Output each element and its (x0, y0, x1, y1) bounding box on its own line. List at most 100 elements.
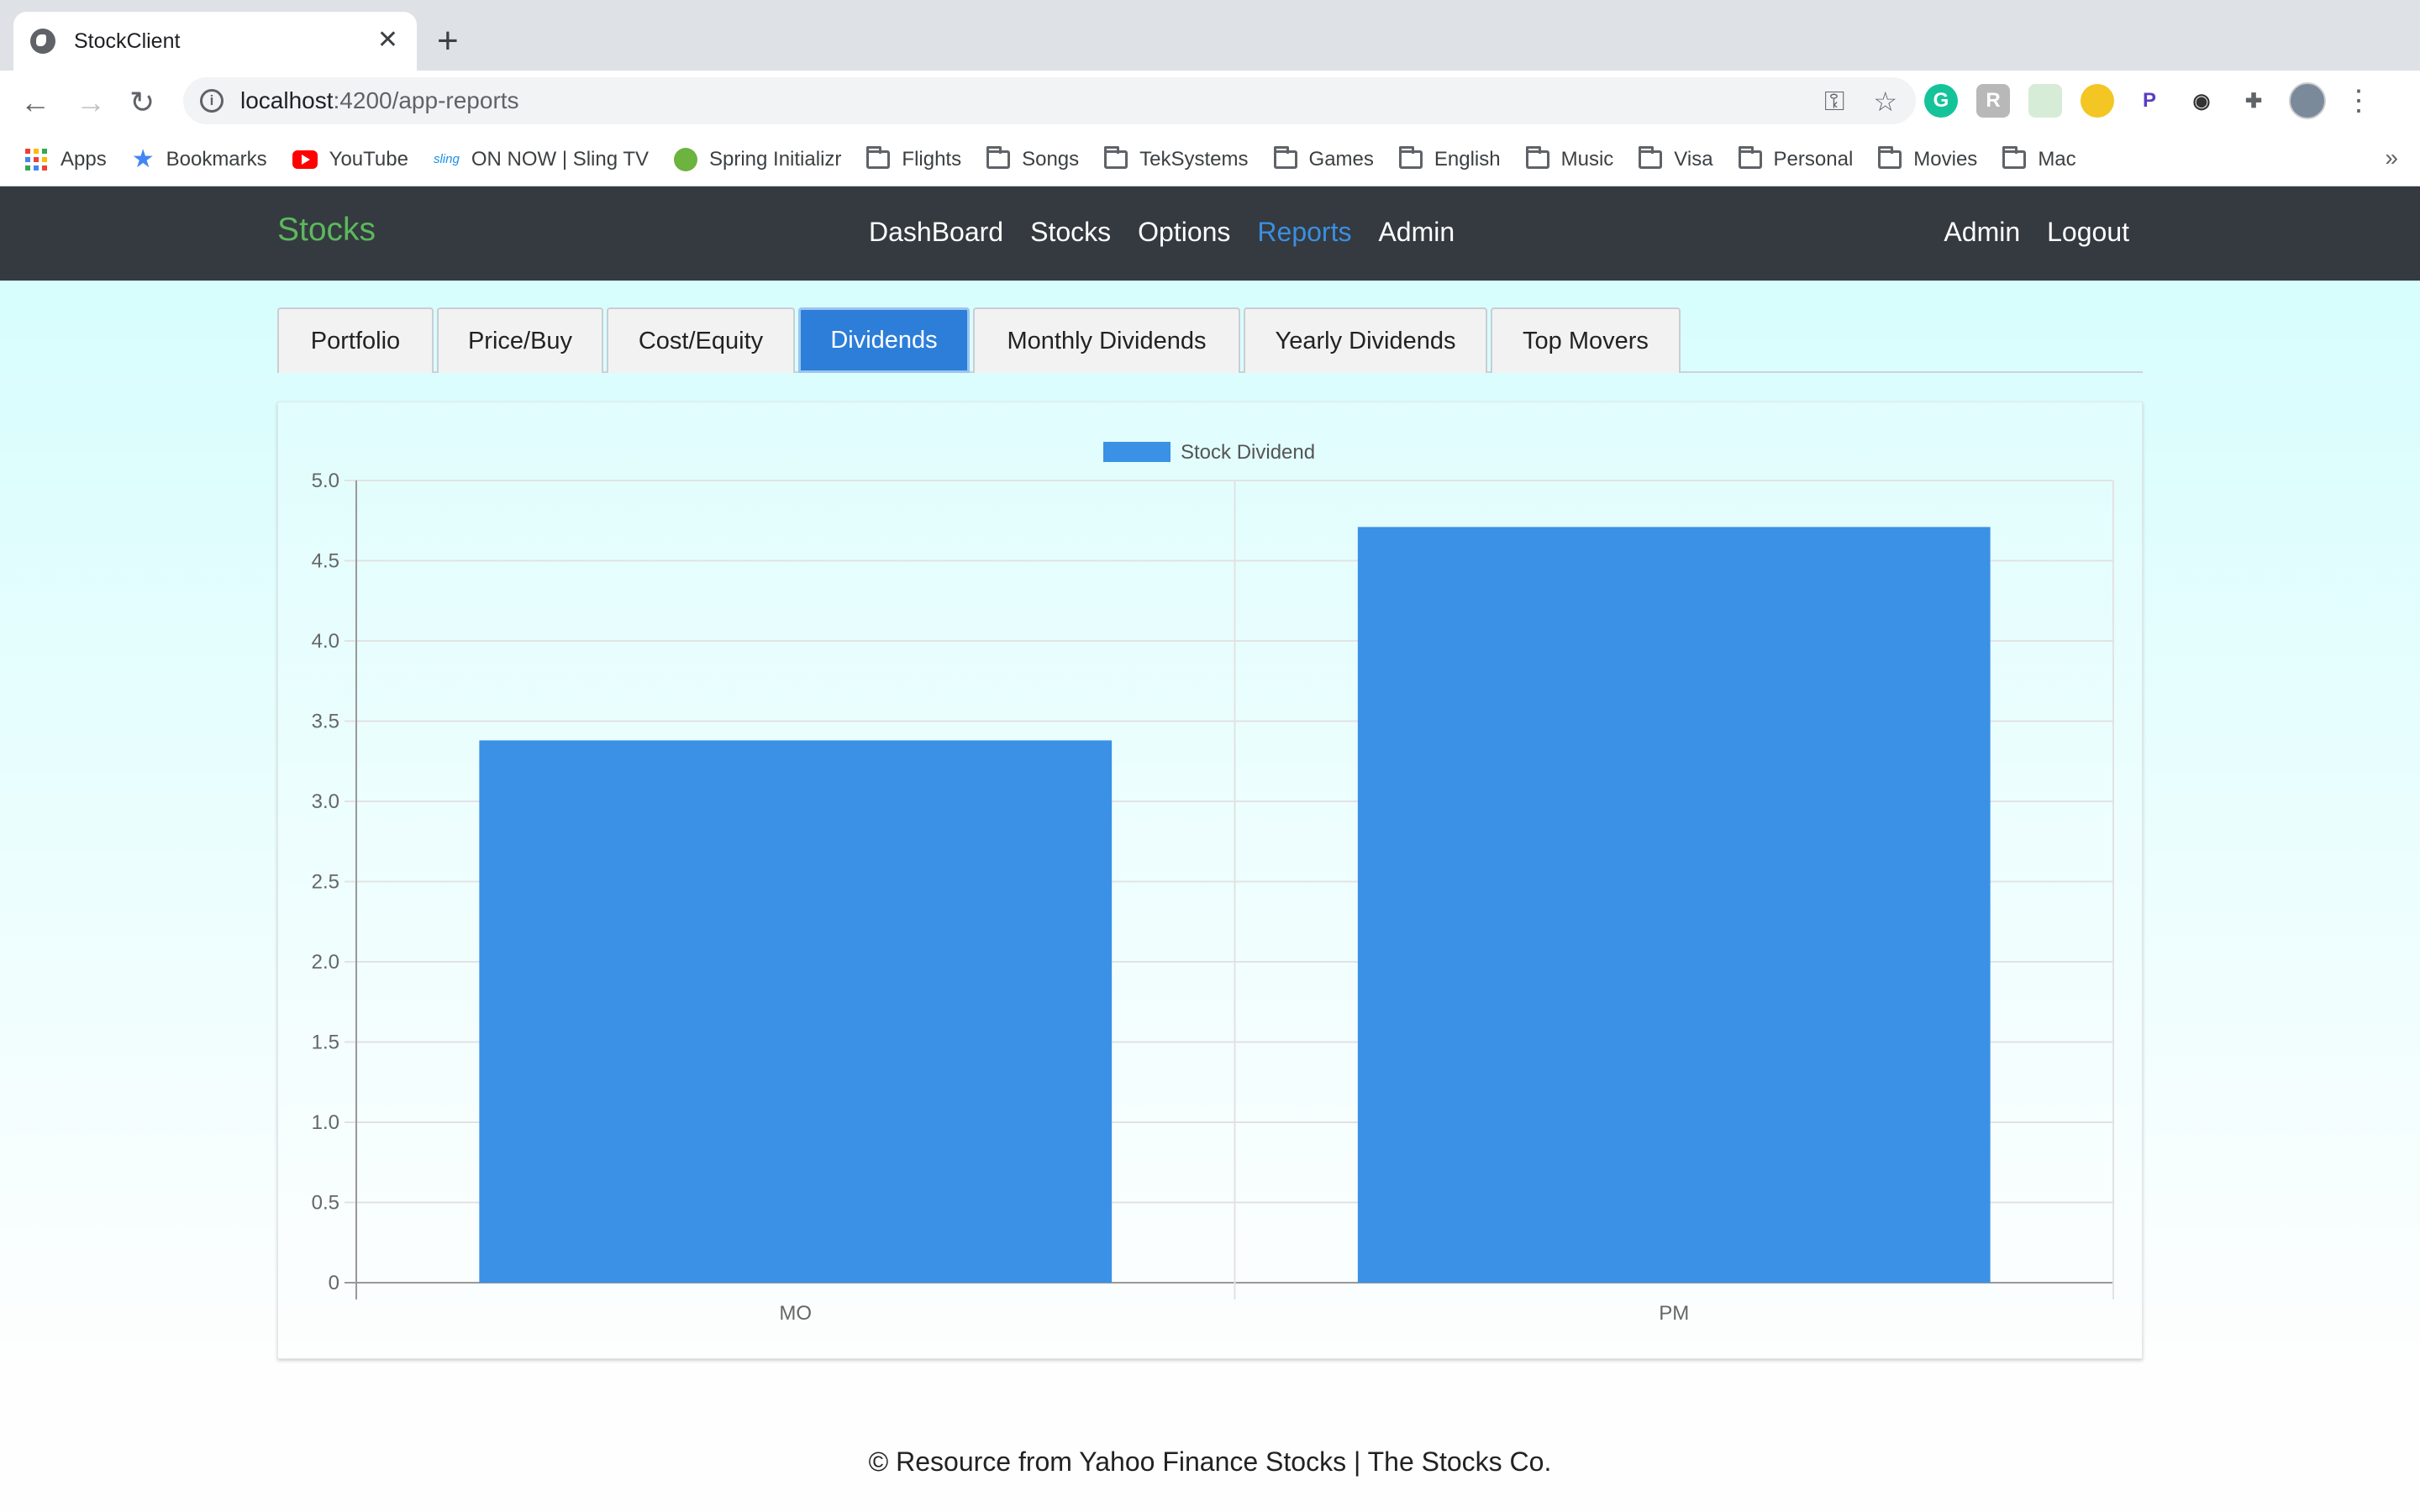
folder-icon (1273, 145, 1297, 169)
bookmarks-bar: Apps ★ Bookmarks YouTube sling ON NOW | … (0, 133, 2420, 186)
dividend-bar-chart: Stock Dividend 0 0.5 1.0 1.5 2.0 2.5 3.0 3.5 4.0 4… (312, 441, 2114, 1325)
star-bookmark-icon[interactable]: ☆ (1873, 86, 1897, 118)
bookmark-label: Games (1308, 147, 1374, 171)
bookmark-folder-english[interactable]: English (1398, 145, 1501, 171)
nav-admin[interactable]: Admin (1378, 217, 1455, 248)
address-bar[interactable]: i localhost:4200/app-reports ⚿ ☆ (183, 77, 1916, 124)
forward-icon[interactable]: → (76, 86, 106, 119)
bookmark-label: Movies (1913, 147, 1978, 171)
app-content: Stocks DashBoard Stocks Options Reports … (0, 186, 2420, 1512)
bookmark-folder-flights[interactable]: Flights (866, 145, 962, 171)
y-tick-label: 4.5 (312, 550, 339, 573)
folder-icon (1104, 145, 1128, 169)
bookmark-label: Music (1560, 147, 1614, 171)
p-extension-icon[interactable]: P (2133, 84, 2166, 118)
y-tick-label: 3.5 (312, 711, 339, 733)
top-navbar: Stocks DashBoard Stocks Options Reports … (0, 186, 2420, 281)
y-tick-label: 5.0 (312, 470, 339, 492)
bookmark-folder-visa[interactable]: Visa (1639, 145, 1713, 171)
reload-icon[interactable]: ↻ (129, 86, 155, 119)
user-admin-link[interactable]: Admin (1944, 217, 2020, 248)
bookmark-folder-movies[interactable]: Movies (1878, 145, 1978, 171)
bookmark-folder-personal[interactable]: Personal (1738, 145, 1854, 171)
bookmark-label: Songs (1022, 147, 1080, 171)
legend-swatch (1103, 442, 1171, 462)
menu-dots-icon[interactable]: ⋮ (2344, 84, 2373, 118)
bookmark-label: TekSystems (1139, 147, 1249, 171)
tab-portfolio[interactable]: Portfolio (277, 307, 434, 373)
folder-icon (866, 145, 891, 169)
bookmark-label: Mac (2038, 147, 2076, 171)
url-host: localhost (240, 87, 334, 113)
y-tick-label: 0.5 (312, 1192, 339, 1215)
x-tick-label: MO (779, 1302, 812, 1325)
star-icon: ★ (131, 145, 155, 173)
sling-icon: sling (433, 152, 460, 166)
sheet-extension-icon[interactable] (2028, 84, 2062, 118)
url-text[interactable]: localhost:4200/app-reports (240, 87, 519, 114)
globe-icon (30, 29, 55, 54)
tab-dividends[interactable]: Dividends (798, 307, 970, 373)
moon-extension-icon[interactable] (2081, 84, 2114, 118)
tab-top-movers[interactable]: Top Movers (1491, 307, 1681, 373)
bookmark-label: Bookmarks (166, 147, 267, 171)
bookmark-label: YouTube (329, 147, 408, 171)
folder-icon (1878, 145, 1902, 169)
tab-price-buy[interactable]: Price/Buy (437, 307, 603, 373)
folder-icon (986, 145, 1011, 169)
bookmark-youtube[interactable]: YouTube (292, 148, 408, 171)
legend-label: Stock Dividend (1181, 441, 1315, 464)
bookmarks-overflow-button[interactable]: » (2385, 144, 2398, 171)
extension-icon[interactable]: R (1976, 84, 2010, 118)
tab-cost-equity[interactable]: Cost/Equity (607, 307, 795, 373)
bookmark-label: English (1434, 147, 1501, 171)
bar-pm (1357, 527, 1991, 1283)
bookmark-folder-music[interactable]: Music (1525, 145, 1614, 171)
grammarly-extension-icon[interactable]: G (1924, 84, 1958, 118)
folder-icon (2002, 145, 2027, 169)
profile-avatar[interactable] (2289, 82, 2326, 119)
nav-options[interactable]: Options (1138, 217, 1230, 248)
nav-stocks[interactable]: Stocks (1030, 217, 1111, 248)
bookmark-label: Personal (1773, 147, 1854, 171)
bookmark-folder-teksystems[interactable]: TekSystems (1104, 145, 1249, 171)
folder-icon (1639, 145, 1663, 169)
bookmark-bookmarks[interactable]: ★ Bookmarks (132, 144, 267, 174)
bookmark-spring[interactable]: Spring Initializr (674, 147, 842, 171)
tab-monthly-dividends[interactable]: Monthly Dividends (973, 307, 1240, 373)
puzzle-extensions-icon[interactable]: ✚ (2237, 84, 2270, 118)
bookmark-apps[interactable]: Apps (25, 148, 107, 171)
tab-title: StockClient (74, 29, 181, 53)
logout-link[interactable]: Logout (2047, 217, 2129, 248)
spring-icon (674, 147, 697, 171)
folder-icon (1398, 145, 1423, 169)
new-tab-button[interactable]: + (437, 20, 459, 62)
bookmark-folder-songs[interactable]: Songs (986, 145, 1080, 171)
bar-mo (479, 740, 1113, 1283)
key-icon[interactable]: ⚿ (1824, 86, 1844, 118)
nav-dashboard[interactable]: DashBoard (869, 217, 1003, 248)
bookmark-folder-games[interactable]: Games (1273, 145, 1374, 171)
back-icon[interactable]: ← (20, 86, 50, 119)
info-icon[interactable]: i (200, 89, 224, 113)
bookmark-label: Flights (902, 147, 962, 171)
browser-tab[interactable]: StockClient ✕ (13, 12, 417, 71)
brand-logo[interactable]: Stocks (277, 212, 376, 249)
y-tick-label: 0 (329, 1272, 339, 1294)
bookmark-sling[interactable]: sling ON NOW | Sling TV (434, 148, 649, 171)
folder-icon (1738, 145, 1762, 169)
y-tick-label: 4.0 (312, 630, 339, 653)
ghost-extension-icon[interactable]: ◉ (2185, 84, 2218, 118)
nav-reports[interactable]: Reports (1257, 217, 1351, 248)
folder-icon (1525, 145, 1549, 169)
youtube-icon (292, 150, 318, 169)
bookmark-folder-mac[interactable]: Mac (2002, 145, 2076, 171)
bookmark-label: Spring Initializr (709, 147, 842, 171)
dividend-chart-card: Stock Dividend 0 0.5 1.0 1.5 2.0 2.5 3.0 3.5 4.0 4… (277, 402, 2143, 1359)
browser-tabstrip: StockClient ✕ + (0, 0, 2420, 71)
main-nav: DashBoard Stocks Options Reports Admin (869, 217, 1455, 248)
y-tick-label: 2.5 (312, 871, 339, 894)
close-tab-icon[interactable]: ✕ (377, 25, 398, 55)
tab-yearly-dividends[interactable]: Yearly Dividends (1244, 307, 1487, 373)
x-tick-label: PM (1659, 1302, 1689, 1325)
